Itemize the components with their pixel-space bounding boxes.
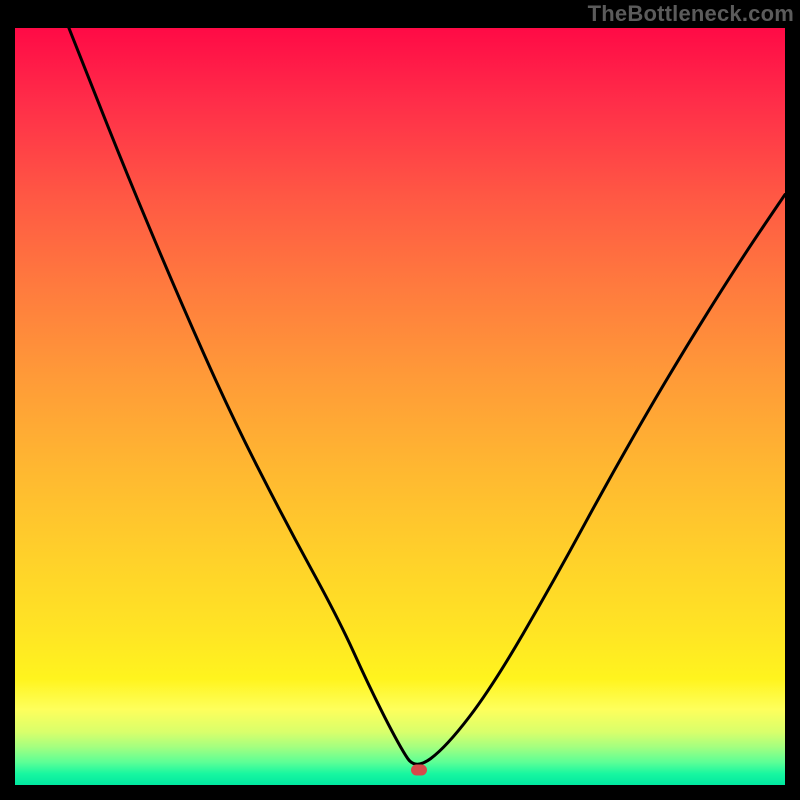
watermark-text: TheBottleneck.com [588,1,794,27]
optimum-marker [411,764,427,775]
chart-frame: TheBottleneck.com [0,0,800,800]
plot-area [15,28,785,785]
curve-svg [15,28,785,785]
bottleneck-curve-path [69,28,785,764]
